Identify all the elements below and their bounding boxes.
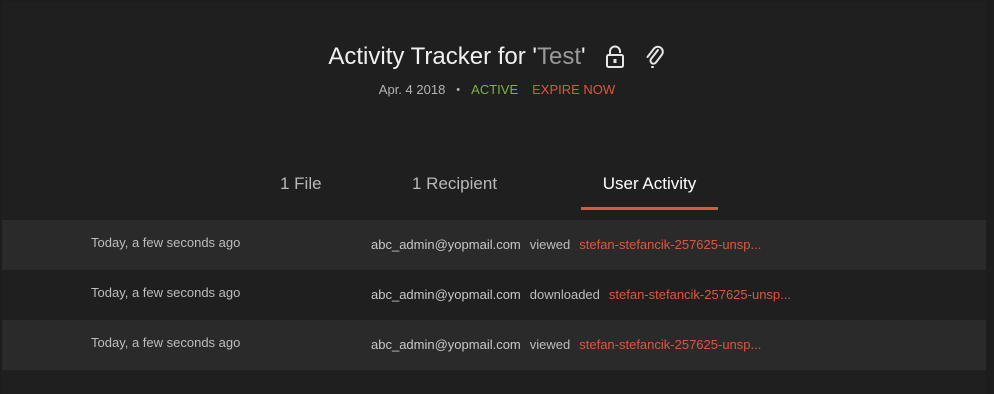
list-item: Today, a few seconds ago abc_admin@yopma…	[2, 320, 986, 370]
tab-files-label: 1 File	[280, 174, 322, 193]
list-footer	[2, 370, 986, 392]
activity-file-link[interactable]: stefan-stefancik-257625-unsp...	[609, 287, 791, 302]
status-badge: ACTIVE	[471, 82, 519, 97]
list-item: Today, a few seconds ago abc_admin@yopma…	[2, 220, 986, 270]
activity-action: viewed	[529, 337, 571, 352]
title-name: Test	[537, 43, 582, 70]
activity-time: Today, a few seconds ago	[91, 285, 241, 300]
tab-bar: 1 File 1 Recipient User Activity	[0, 164, 994, 210]
created-date: Apr. 4 2018	[378, 82, 446, 97]
tab-user-activity-label: User Activity	[602, 174, 697, 193]
title-suffix: '	[581, 43, 586, 70]
activity-list: Today, a few seconds ago abc_admin@yopma…	[2, 220, 986, 392]
activity-email: abc_admin@yopmail.com	[371, 337, 521, 352]
activity-time: Today, a few seconds ago	[91, 335, 241, 350]
list-item: Today, a few seconds ago abc_admin@yopma…	[2, 270, 986, 320]
active-tab-underline	[581, 207, 718, 210]
meta-row: Apr. 4 2018 • ACTIVE EXPIRE NOW	[0, 82, 994, 97]
paperclip-icon[interactable]	[644, 45, 666, 69]
separator-dot: •	[456, 83, 461, 96]
activity-file-link[interactable]: stefan-stefancik-257625-unsp...	[579, 237, 761, 252]
lock-icon[interactable]	[604, 45, 626, 69]
tab-user-activity[interactable]: User Activity	[581, 164, 718, 210]
activity-time: Today, a few seconds ago	[91, 235, 241, 250]
activity-action: viewed	[529, 237, 571, 252]
activity-email: abc_admin@yopmail.com	[371, 287, 521, 302]
tab-recipients-label: 1 Recipient	[412, 174, 498, 193]
tab-recipients[interactable]: 1 Recipient	[412, 164, 512, 210]
activity-email: abc_admin@yopmail.com	[371, 237, 521, 252]
page-title: Activity Tracker for ' Test '	[328, 40, 665, 74]
tracker-header: Activity Tracker for ' Test ' Apr. 4 201…	[0, 40, 994, 97]
activity-action: downloaded	[529, 287, 600, 302]
expire-now-link[interactable]: EXPIRE NOW	[532, 82, 615, 97]
title-prefix: Activity Tracker for '	[328, 43, 537, 70]
activity-file-link[interactable]: stefan-stefancik-257625-unsp...	[579, 337, 761, 352]
tab-files[interactable]: 1 File	[280, 164, 330, 210]
